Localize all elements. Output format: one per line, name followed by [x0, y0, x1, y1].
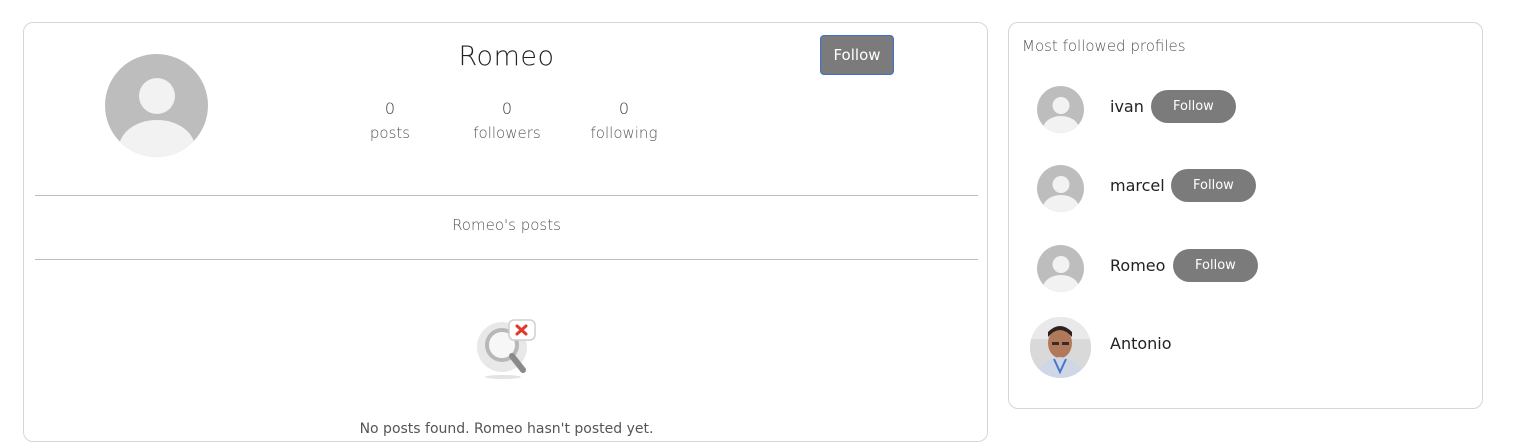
follow-marcel-button[interactable]: Follow [1171, 169, 1256, 202]
profile-row-romeo[interactable]: Romeo Follow [1009, 239, 1484, 299]
stat-following-label: following [590, 124, 658, 142]
follow-ivan-button[interactable]: Follow [1151, 90, 1236, 123]
divider-top [35, 195, 978, 196]
posts-heading: Romeo's posts [452, 216, 561, 234]
default-avatar-icon [1037, 245, 1084, 292]
avatar-body [1042, 195, 1079, 212]
stat-followers-value: 0 [501, 99, 513, 118]
profile-row-antonio[interactable]: Antonio [1009, 317, 1484, 378]
stat-posts: 0 posts [335, 99, 445, 142]
avatar-body [1042, 275, 1079, 292]
avatar-head [1052, 97, 1069, 114]
avatar-body [118, 120, 195, 157]
stat-following-value: 0 [618, 99, 630, 118]
avatar-head [1052, 176, 1069, 193]
stat-followers-label: followers [473, 124, 541, 142]
avatar-body [1042, 116, 1079, 133]
stat-posts-value: 0 [384, 99, 396, 118]
profile-card: Romeo Follow 0 posts 0 followers 0 follo… [23, 22, 988, 442]
profile-name-link[interactable]: Antonio [1110, 334, 1172, 353]
stat-posts-label: posts [369, 124, 411, 142]
search-no-results-icon [475, 316, 539, 382]
profile-name-link[interactable]: Romeo [1110, 256, 1165, 275]
follow-romeo-button[interactable]: Follow [1173, 249, 1258, 282]
profile-name-link[interactable]: marcel [1110, 176, 1165, 195]
divider-bottom [35, 259, 978, 260]
follow-button[interactable]: Follow [820, 35, 894, 75]
avatar-head [1052, 256, 1069, 273]
stat-followers[interactable]: 0 followers [452, 99, 562, 142]
default-avatar-icon [1037, 86, 1084, 133]
most-followed-title: Most followed profiles [1022, 37, 1186, 55]
most-followed-card: Most followed profiles ivan Follow marce… [1008, 22, 1483, 409]
avatar-head [138, 78, 175, 114]
stat-following[interactable]: 0 following [569, 99, 679, 142]
user-photo [1030, 317, 1091, 378]
default-avatar-icon [1037, 165, 1084, 212]
profile-row-ivan[interactable]: ivan Follow [1009, 80, 1484, 140]
profile-row-marcel[interactable]: marcel Follow [1009, 159, 1484, 219]
profile-name-link[interactable]: ivan [1110, 97, 1144, 116]
empty-posts-message: No posts found. Romeo hasn't posted yet. [359, 421, 654, 437]
